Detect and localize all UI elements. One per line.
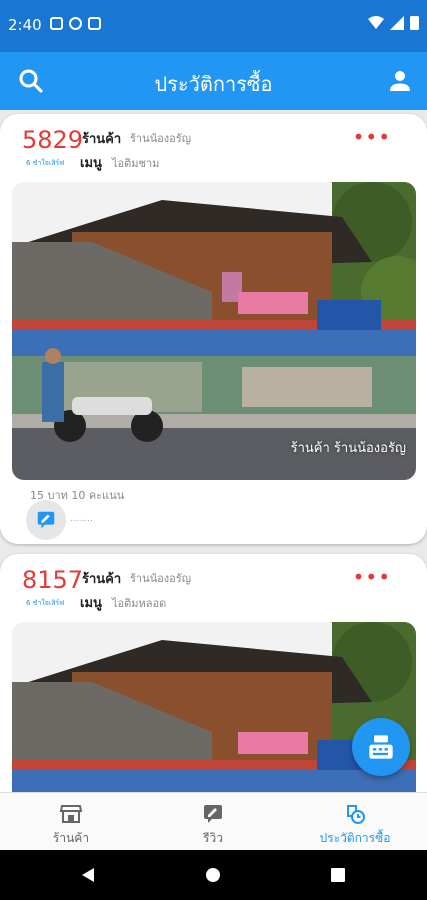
rate-review-icon [37, 511, 55, 529]
serve-label: 6 ชำใจเสิร์ฟ [26, 159, 65, 167]
wifi-icon [368, 15, 384, 29]
more-options-icon[interactable]: ••• [353, 567, 391, 587]
order-number: 5829 [22, 126, 84, 154]
bottom-navigation: ร้านค้า รีวิว ประวัติการซื้อ [0, 792, 427, 850]
nav-label-store: ร้านค้า [52, 831, 90, 845]
cash-register-button[interactable] [352, 718, 410, 776]
purchase-history-list[interactable]: 5829 ร้านค้า ร้านน้องอรัญ 6 ชำใจเสิร์ฟ เ… [0, 110, 427, 792]
shop-photo [12, 622, 416, 792]
nav-label-history: ประวัติการซื้อ [319, 831, 391, 845]
write-review-button[interactable] [26, 500, 66, 540]
notification-icons [50, 17, 101, 30]
purchase-card[interactable]: 5829 ร้านค้า ร้านน้องอรัญ 6 ชำใจเสิร์ฟ เ… [0, 114, 427, 544]
more-options-icon[interactable]: ••• [353, 127, 391, 147]
history-icon [347, 805, 365, 824]
battery-icon [410, 16, 419, 30]
system-navigation-bar [0, 850, 427, 900]
order-number: 8157 [22, 566, 84, 594]
app-bar: ประวัติการซื้อ [0, 52, 427, 110]
account-icon[interactable] [385, 66, 415, 96]
menu-label: เมนู [80, 156, 102, 171]
rate-review-icon [204, 805, 222, 823]
home-icon[interactable] [205, 867, 221, 883]
cash-register-icon [369, 735, 393, 759]
shop-name: ร้านน้องอรัญ [130, 572, 191, 585]
recents-icon[interactable] [330, 867, 346, 883]
shop-photo: ร้านค้า ร้านน้องอรัญ [12, 182, 416, 480]
menu-label: เมนู [80, 596, 102, 611]
shop-name: ร้านน้องอรัญ [130, 132, 191, 145]
menu-name: ไอติมหลอด [112, 597, 167, 610]
page-title: ประวัติการซื้อ [154, 72, 273, 96]
menu-name: ไอติมชาม [112, 157, 160, 170]
notification-sd-icon [88, 17, 101, 30]
store-icon [59, 805, 83, 823]
system-status-icons [368, 15, 419, 30]
photo-caption: ร้านค้า ร้านน้องอรัญ [290, 441, 406, 456]
notification-p-icon [69, 17, 82, 30]
nav-item-history[interactable]: ประวัติการซื้อ [284, 793, 426, 851]
shop-label: ร้านค้า [82, 132, 122, 147]
notification-a-icon [50, 17, 63, 30]
shop-label: ร้านค้า [82, 572, 122, 587]
status-time: 2:40 [8, 16, 42, 34]
nav-label-review: รีวิว [203, 831, 223, 845]
status-bar: 2:40 [0, 0, 427, 52]
back-icon[interactable] [80, 867, 96, 883]
nav-item-review[interactable]: รีวิว [142, 793, 284, 851]
serve-label: 6 ชำใจเสิร์ฟ [26, 599, 65, 607]
signal-icon [390, 15, 404, 30]
review-text-placeholder: ........ [70, 514, 93, 524]
nav-item-store[interactable]: ร้านค้า [0, 793, 142, 851]
